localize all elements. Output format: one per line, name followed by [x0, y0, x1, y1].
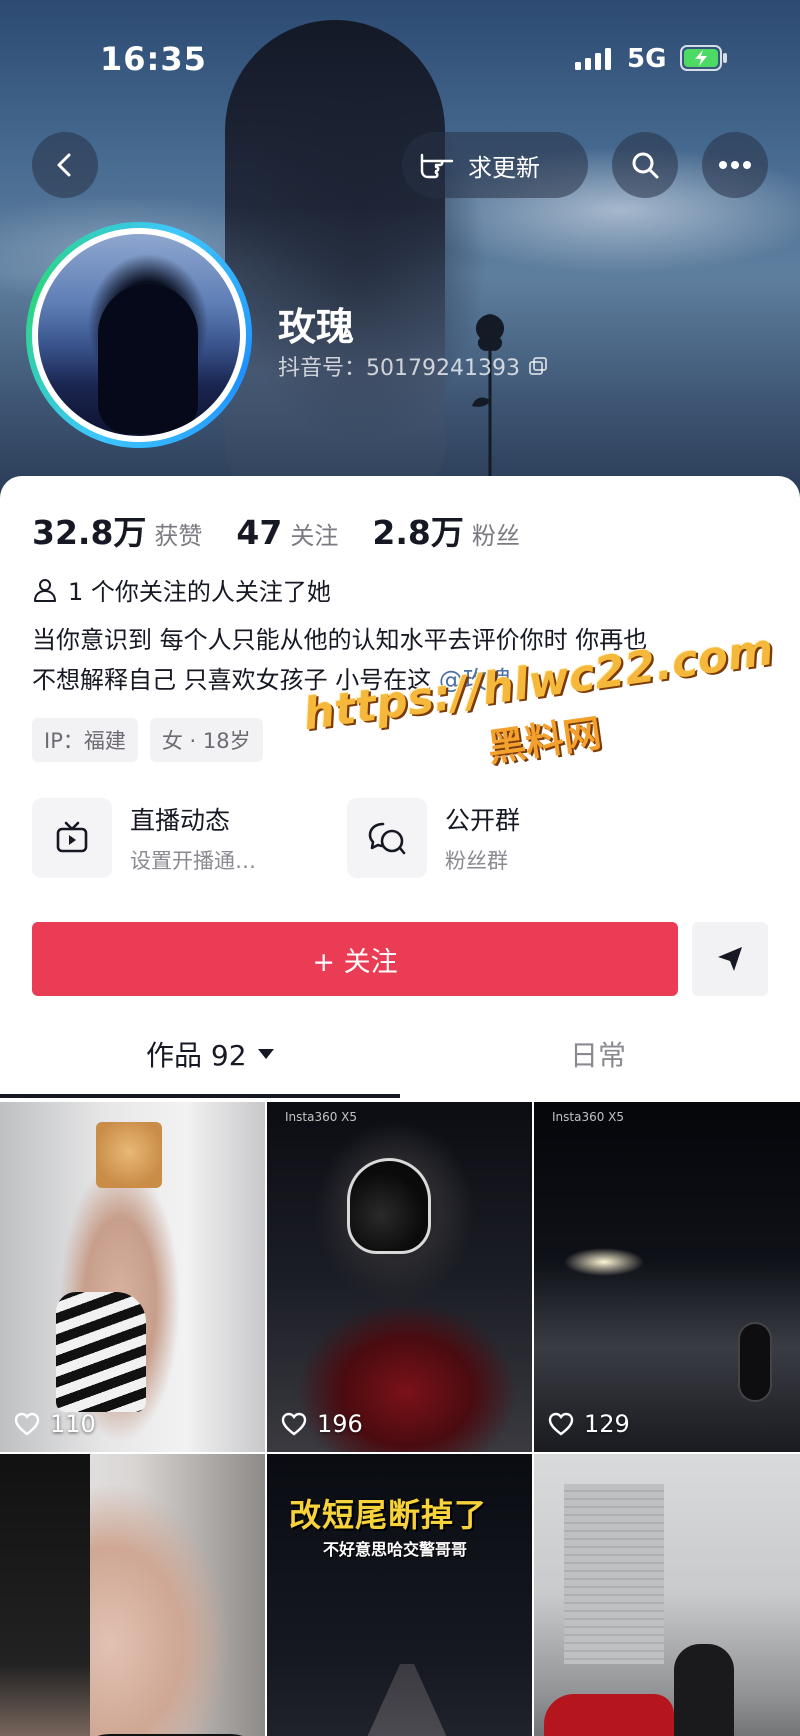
pointing-hand-icon [420, 153, 454, 179]
bio-line: 不想解释自己 只喜欢女孩子 小号在这 [32, 666, 439, 694]
tab-works[interactable]: 作品 92 [146, 1034, 275, 1074]
stat-following[interactable]: 47 关注 [236, 513, 338, 552]
tab-daily[interactable]: 日常 [570, 1034, 626, 1074]
heart-icon [14, 1412, 40, 1436]
live-status-entry[interactable]: 直播动态 设置开播通… [32, 798, 347, 878]
avatar [38, 234, 240, 436]
profile-tags: IP：福建 女 · 18岁 [32, 718, 263, 762]
stat-value: 2.8万 [372, 513, 464, 552]
like-count-value: 110 [50, 1410, 96, 1438]
chevron-left-icon [57, 153, 71, 177]
like-count-value: 196 [317, 1410, 363, 1438]
stat-label: 获赞 [154, 522, 203, 550]
mutual-follow-text: 1 个你关注的人关注了她 [68, 578, 331, 606]
battery-charging-icon [680, 45, 727, 71]
back-button[interactable] [32, 132, 98, 198]
like-count: 129 [548, 1410, 630, 1438]
send-arrow-icon [718, 947, 742, 971]
douyin-id-text: 抖音号：50179241393 [278, 356, 520, 381]
video-tile[interactable] [534, 1454, 800, 1736]
helmet [347, 1158, 431, 1254]
search-button[interactable] [612, 132, 678, 198]
content-tabs: 作品 92 日常 [0, 1034, 800, 1098]
heart-icon [548, 1412, 574, 1436]
bio-line-2: 不想解释自己 只喜欢女孩子 小号在这 @玫瑰 [32, 660, 772, 700]
camera-watermark: Insta360 X5 [285, 1110, 358, 1124]
rose-silhouette [472, 314, 505, 478]
request-update-label: 求更新 [468, 153, 540, 182]
active-tab-indicator [0, 1094, 400, 1098]
like-count: 196 [281, 1410, 363, 1438]
video-subtitle-overlay: 不好意思哈交警哥哥 [323, 1540, 468, 1559]
profile-entries: 直播动态 设置开播通… 公开群 粉丝群 [32, 798, 662, 878]
ip-location-tag: IP：福建 [32, 718, 138, 762]
fan-group-entry[interactable]: 公开群 粉丝群 [347, 798, 662, 878]
person-icon [34, 578, 56, 602]
stat-value: 32.8万 [32, 513, 147, 552]
signal-icon [575, 48, 611, 70]
copy-icon [529, 357, 547, 375]
like-count: 110 [14, 1410, 96, 1438]
more-dots-icon [719, 161, 751, 169]
stat-followers[interactable]: 2.8万 粉丝 [372, 506, 519, 554]
video-tile[interactable]: 改短尾断掉了 不好意思哈交警哥哥 [267, 1454, 532, 1736]
search-icon [632, 152, 659, 179]
bio: 当你意识到 每个人只能从他的认知水平去评价你时 你再也 不想解释自己 只喜欢女孩… [32, 620, 772, 700]
heart-icon [281, 1412, 307, 1436]
group-entry-title: 公开群 [445, 806, 521, 835]
stat-value: 47 [236, 513, 283, 552]
stats-row: 32.8万 获赞 47 关注 2.8万 粉丝 [32, 506, 554, 554]
tv-icon [56, 821, 88, 853]
douyin-id[interactable]: 抖音号：50179241393 [278, 350, 548, 382]
live-entry-subtitle: 设置开播通… [130, 849, 256, 873]
profile-card: 32.8万 获赞 47 关注 2.8万 粉丝 1 个你关注的人关注了她 当你意识… [0, 476, 800, 1736]
live-entry-title: 直播动态 [130, 806, 231, 835]
bio-mention-link[interactable]: @玫瑰 [439, 666, 511, 694]
tab-works-label: 作品 92 [146, 1039, 247, 1072]
stat-likes[interactable]: 32.8万 获赞 [32, 506, 202, 554]
follow-button[interactable]: + 关注 [32, 922, 678, 996]
gender-age-tag: 女 · 18岁 [149, 718, 263, 762]
stat-label: 关注 [290, 522, 339, 550]
caret-down-icon [257, 1049, 274, 1059]
video-tile[interactable] [0, 1454, 265, 1736]
network-type: 5G [627, 44, 667, 74]
video-tile[interactable]: Insta360 X5 196 [267, 1102, 532, 1452]
video-tile[interactable]: 110 [0, 1102, 265, 1452]
like-count-value: 129 [584, 1410, 630, 1438]
group-entry-subtitle: 粉丝群 [445, 849, 508, 873]
camera-watermark: Insta360 X5 [552, 1110, 625, 1124]
share-button[interactable] [692, 922, 768, 996]
video-grid: 110 Insta360 X5 196 Insta360 X5 129 改短尾断… [0, 1102, 800, 1736]
chat-bubbles-icon [368, 822, 406, 855]
status-bar: 16:35 5G [0, 0, 800, 100]
bio-line: 当你意识到 每个人只能从他的认知水平去评价你时 你再也 [32, 626, 648, 654]
more-button[interactable] [702, 132, 768, 198]
video-tile[interactable]: Insta360 X5 129 [534, 1102, 800, 1452]
avatar-ring[interactable] [26, 222, 252, 448]
cat-sticker [96, 1122, 162, 1188]
status-time: 16:35 [100, 40, 207, 78]
profile-name: 玫瑰 [278, 305, 355, 349]
request-update-button[interactable]: 求更新 [402, 132, 588, 198]
follow-button-label: + 关注 [312, 946, 398, 978]
video-title-overlay: 改短尾断掉了 [289, 1496, 488, 1534]
stat-label: 粉丝 [471, 522, 520, 550]
mutual-follow-row[interactable]: 1 个你关注的人关注了她 [32, 572, 331, 607]
